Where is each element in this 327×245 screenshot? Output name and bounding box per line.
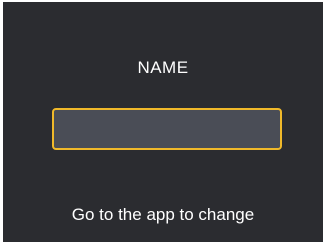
page-title: NAME xyxy=(137,58,189,77)
name-screen: NAME Go to the app to change xyxy=(3,2,323,242)
change-hint: Go to the app to change xyxy=(71,205,255,224)
name-field[interactable] xyxy=(52,108,282,150)
